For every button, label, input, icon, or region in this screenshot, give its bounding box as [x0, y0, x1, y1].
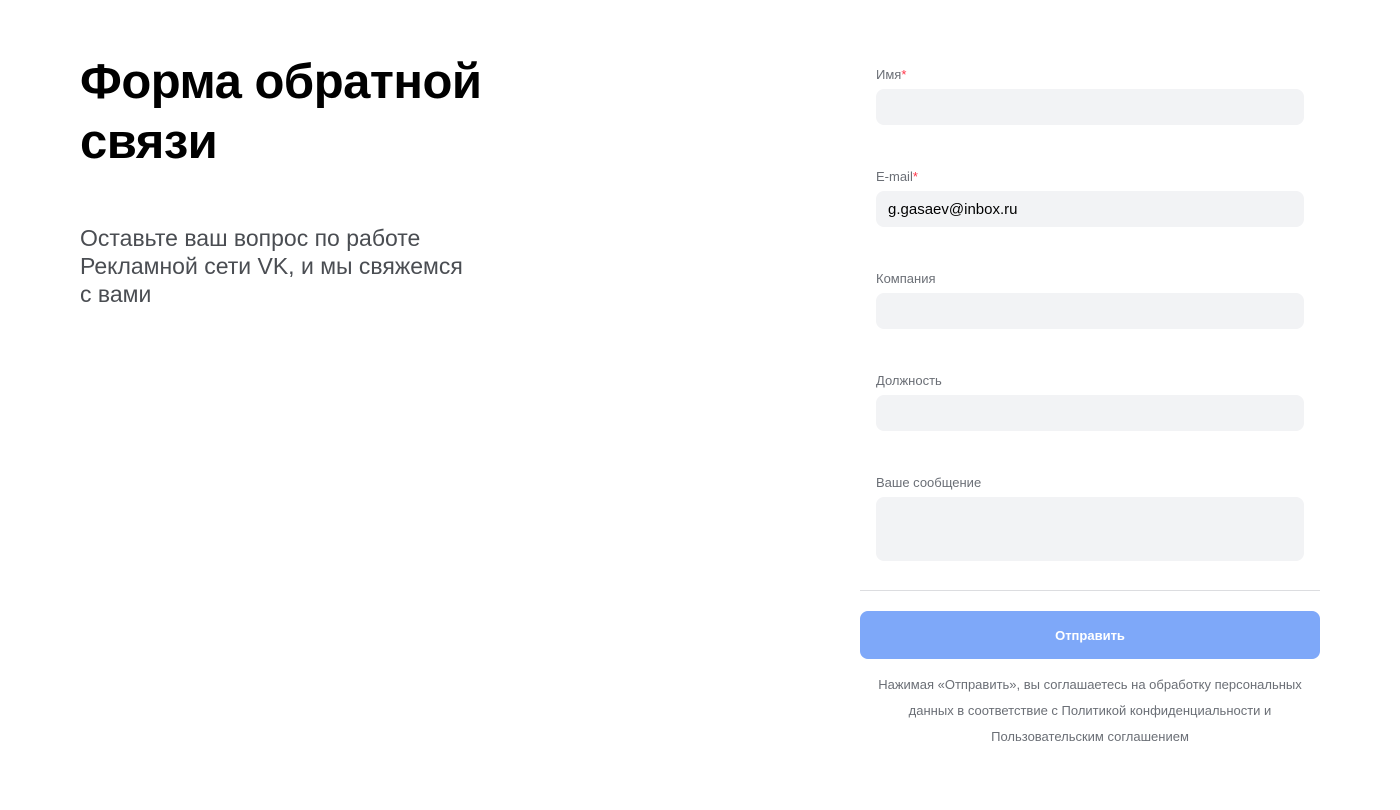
feedback-form: Имя* E-mail* Компания Должность Ваше соо…	[860, 0, 1320, 810]
name-input[interactable]	[876, 89, 1304, 125]
name-label-text: Имя	[876, 67, 902, 82]
message-field-group: Ваше сообщение	[876, 475, 1304, 561]
name-label: Имя*	[876, 67, 1304, 83]
intro-section: Форма обратной связи Оставьте ваш вопрос…	[80, 52, 560, 307]
page-title: Форма обратной связи	[80, 52, 560, 172]
page-subtitle: Оставьте ваш вопрос по работе Рекламной …	[80, 224, 500, 308]
message-textarea[interactable]	[876, 497, 1304, 561]
feedback-page: Форма обратной связи Оставьте ваш вопрос…	[0, 0, 1400, 810]
consent-line: Пользовательским соглашением	[991, 729, 1189, 744]
company-label: Компания	[876, 271, 936, 286]
submit-button[interactable]: Отправить	[860, 611, 1320, 659]
name-field-group: Имя*	[876, 67, 1304, 125]
email-label-text: E-mail	[876, 169, 913, 184]
consent-line: данных в соответствие с Политикой конфид…	[908, 703, 1272, 718]
company-field-group: Компания	[876, 271, 1304, 329]
page-subtitle-line: Рекламной сети VK, и мы свяжемся	[80, 253, 463, 279]
page-subtitle-line: Оставьте ваш вопрос по работе	[80, 225, 421, 251]
position-input[interactable]	[876, 395, 1304, 431]
form-divider	[860, 590, 1320, 591]
consent-line: Нажимая «Отправить», вы соглашаетесь на …	[878, 677, 1302, 692]
page-title-line: Форма обратной	[80, 55, 482, 109]
email-field-group: E-mail*	[876, 169, 1304, 227]
required-mark: *	[901, 67, 907, 82]
page-title-line: связи	[80, 115, 218, 169]
position-label: Должность	[876, 373, 942, 388]
email-label: E-mail*	[876, 169, 1304, 185]
position-field-group: Должность	[876, 373, 1304, 431]
message-label: Ваше сообщение	[876, 475, 982, 490]
consent-text: Нажимая «Отправить», вы соглашаетесь на …	[860, 672, 1320, 750]
required-mark: *	[912, 169, 918, 184]
email-input[interactable]	[876, 191, 1304, 227]
page-subtitle-line: с вами	[80, 281, 152, 307]
company-input[interactable]	[876, 293, 1304, 329]
